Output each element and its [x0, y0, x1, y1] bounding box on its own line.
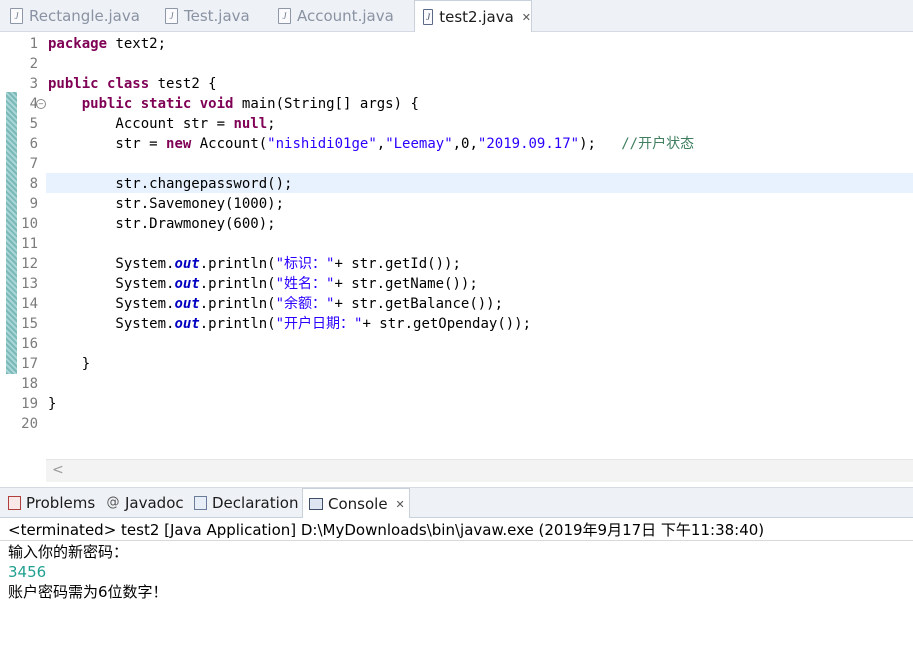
line-number: 12	[21, 256, 38, 272]
java-file-icon: J	[165, 8, 178, 24]
console-line: 账户密码需为6位数字！	[8, 583, 168, 601]
code-line: str.changepassword();	[48, 176, 293, 192]
tab-declaration[interactable]: Declaration	[188, 488, 300, 518]
line-number: 18	[21, 376, 38, 392]
line-number: 5	[29, 116, 38, 132]
java-file-icon: J	[10, 8, 23, 24]
java-file-icon: J	[278, 8, 291, 24]
line-number: 10	[21, 216, 38, 232]
code-line: public class test2 {	[48, 76, 217, 92]
console-divider	[0, 540, 913, 541]
tab-console[interactable]: Console ✕	[302, 488, 410, 519]
code-line: System.out.println("余额："+ str.getBalance…	[48, 296, 504, 312]
tab-test2-java[interactable]: J test2.java ✕	[414, 0, 532, 33]
line-number: 13	[21, 276, 38, 292]
tab-label: Problems	[26, 494, 96, 512]
tab-rectangle-java[interactable]: J Rectangle.java	[2, 0, 157, 32]
console-line: 输入你的新密码：	[8, 543, 129, 561]
tab-label: Console	[328, 495, 388, 513]
tab-account-java[interactable]: J Account.java	[270, 0, 412, 32]
line-number: 15	[21, 316, 38, 332]
code-line: System.out.println("标识："+ str.getId());	[48, 256, 461, 272]
line-number: 3	[29, 76, 38, 92]
tab-label: Account.java	[297, 7, 394, 25]
console-output[interactable]: <terminated> test2 [Java Application] D:…	[0, 518, 913, 646]
line-number: 20	[21, 416, 38, 432]
close-tab-icon[interactable]: ✕	[396, 498, 405, 511]
tab-problems[interactable]: Problems	[2, 488, 100, 518]
line-number: 11	[21, 236, 38, 252]
code-line: str = new Account("nishidi01ge","Leemay"…	[48, 136, 695, 152]
code-line: Account str = null;	[48, 116, 276, 132]
line-number: 9	[29, 196, 38, 212]
code-line: System.out.println("开户日期："+ str.getOpend…	[48, 316, 532, 332]
line-number: 2	[29, 56, 38, 72]
code-editor[interactable]: 1 2 3 4 5 6 7 8 9 10 11 12 13 14 15 16 1…	[0, 32, 913, 482]
line-number: 8	[29, 176, 38, 192]
editor-tab-bar: J Rectangle.java J Test.java J Account.j…	[0, 0, 913, 33]
code-line: }	[48, 356, 91, 372]
scroll-left-icon[interactable]: <	[52, 462, 64, 478]
console-icon	[309, 498, 323, 510]
tab-javadoc[interactable]: @ Javadoc	[100, 488, 188, 518]
java-file-icon: J	[423, 9, 434, 25]
tab-label: Rectangle.java	[29, 7, 140, 25]
code-line: public static void main(String[] args) {	[81, 96, 419, 112]
line-number: 7	[29, 156, 38, 172]
javadoc-icon: @	[106, 495, 120, 510]
console-status: <terminated> test2 [Java Application] D:…	[8, 521, 765, 539]
tab-label: Test.java	[184, 7, 250, 25]
line-number: 17	[21, 356, 38, 372]
declaration-icon	[194, 496, 207, 510]
code-line: }	[48, 396, 57, 412]
line-number: 4	[29, 96, 38, 112]
code-line: package text2;	[48, 36, 167, 52]
tab-label: test2.java	[439, 8, 514, 26]
code-line: System.out.println("姓名："+ str.getName())…	[48, 276, 478, 292]
code-line: str.Savemoney(1000);	[48, 196, 285, 212]
problems-icon	[8, 496, 21, 510]
close-tab-icon[interactable]: ✕	[522, 11, 531, 24]
line-number: 1	[29, 36, 38, 52]
horizontal-scrollbar[interactable]: <	[46, 459, 913, 482]
tab-test-java[interactable]: J Test.java	[157, 0, 270, 32]
line-number: 16	[21, 336, 38, 352]
line-number: 19	[21, 396, 38, 412]
fold-collapse-icon[interactable]: −	[36, 99, 46, 109]
code-line: str.Drawmoney(600);	[48, 216, 276, 232]
tab-label: Javadoc	[125, 494, 184, 512]
tab-label: Declaration	[212, 494, 299, 512]
line-number: 14	[21, 296, 38, 312]
console-input-echo: 3456	[8, 563, 47, 581]
bottom-panel-tab-bar: Problems @ Javadoc Declaration Console ✕	[0, 487, 913, 519]
line-number: 6	[29, 136, 38, 152]
